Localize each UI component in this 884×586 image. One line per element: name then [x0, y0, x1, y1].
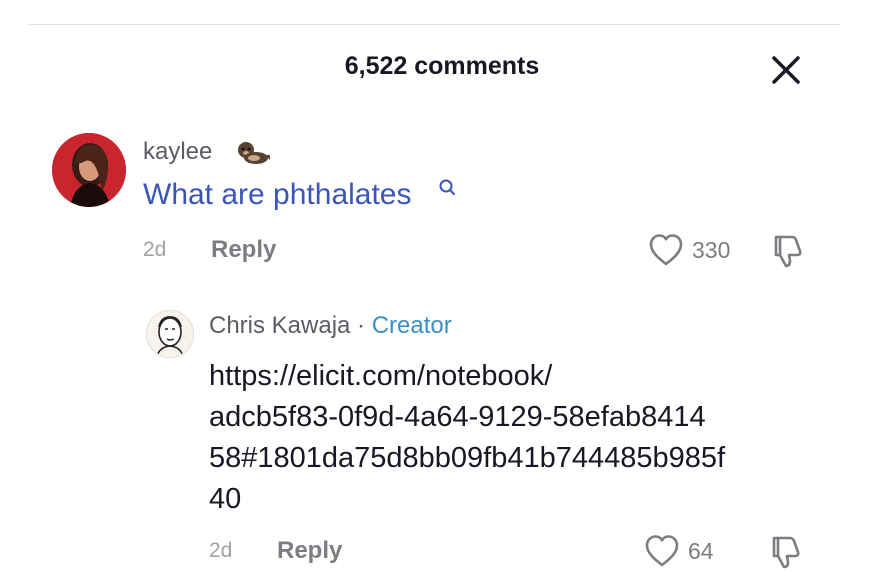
- reply-author-line: Chris Kawaja · Creator: [209, 312, 452, 340]
- reply-text-line: 40: [209, 483, 242, 515]
- otter-icon: [234, 138, 272, 168]
- reply-text-line: 58#1801da75d8bb09fb41b744485b985f: [209, 442, 726, 474]
- avatar-portrait: [147, 311, 193, 357]
- author-separator: ·: [350, 312, 372, 339]
- reply-age: 2d: [209, 539, 233, 562]
- creator-badge: Creator: [371, 312, 452, 339]
- avatar-chris-kawaja[interactable]: [146, 310, 194, 358]
- reply-text-line: https://elicit.com/notebook/: [209, 360, 553, 392]
- comment-text[interactable]: What are phthalates: [143, 178, 412, 212]
- close-button[interactable]: [768, 52, 804, 88]
- close-icon: [772, 56, 800, 84]
- dislike-icon[interactable]: [770, 233, 806, 274]
- top-divider: [28, 24, 840, 25]
- comment-username[interactable]: kaylee: [143, 138, 212, 166]
- like-count: 330: [692, 237, 731, 263]
- reply-username[interactable]: Chris Kawaja: [209, 312, 350, 339]
- avatar-kaylee[interactable]: [52, 133, 126, 207]
- reply-text-line: adcb5f83-0f9d-4a64-9129-58efab8414: [209, 401, 706, 433]
- heart-icon[interactable]: [648, 233, 684, 272]
- dislike-icon[interactable]: [768, 534, 804, 575]
- reply-text[interactable]: https://elicit.com/notebook/ adcb5f83-0f…: [209, 356, 829, 520]
- search-icon[interactable]: [438, 178, 458, 198]
- reply-button[interactable]: Reply: [211, 236, 276, 264]
- comments-count-title: 6,522 comments: [344, 52, 540, 80]
- avatar-portrait: [52, 133, 126, 207]
- heart-icon[interactable]: [644, 534, 680, 573]
- reply-like-count: 64: [688, 538, 714, 564]
- reply-reply-button[interactable]: Reply: [277, 537, 342, 565]
- comment-age: 2d: [143, 238, 167, 261]
